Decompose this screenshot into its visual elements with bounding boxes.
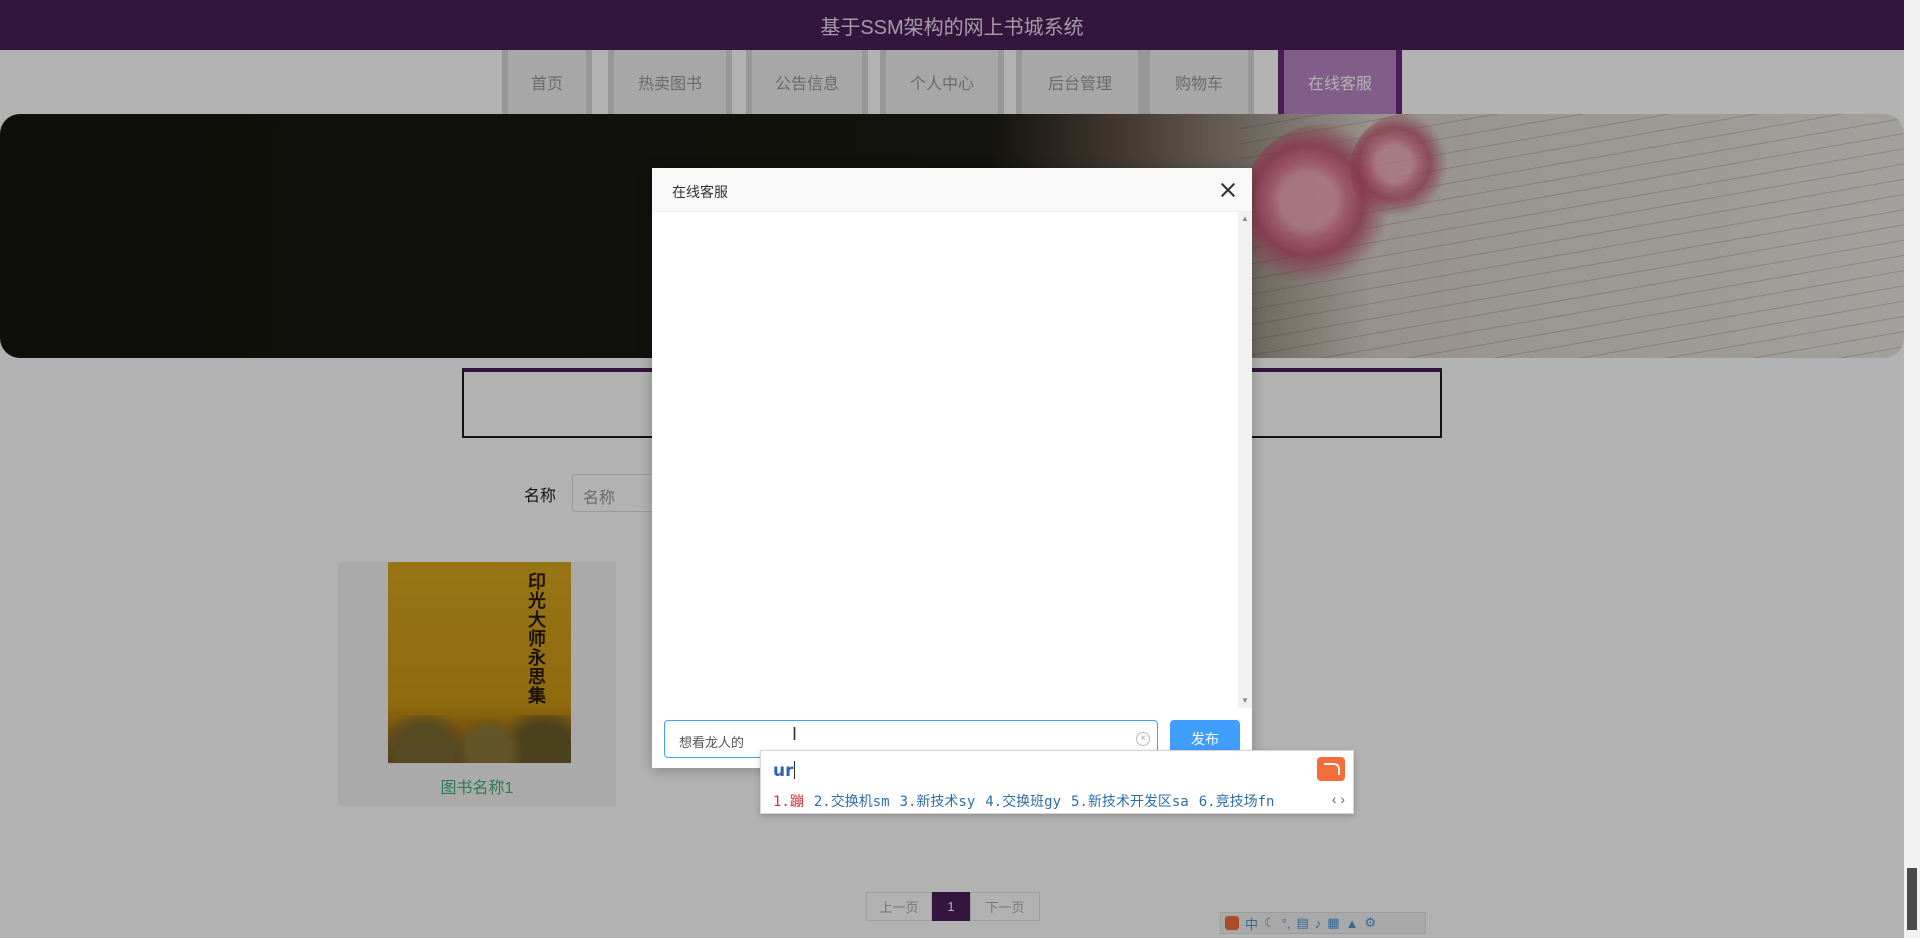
dialog-header: 在线客服 (652, 168, 1252, 212)
close-icon[interactable] (1218, 180, 1238, 200)
clear-icon[interactable]: × (1136, 732, 1150, 746)
customer-service-dialog: 在线客服 ▲ ▼ 想看龙人的 × I 发布 (652, 168, 1252, 768)
ime-candidate[interactable]: 4.交换班gy (985, 791, 1061, 811)
ime-candidate[interactable]: 1.蹦 (773, 791, 804, 811)
scroll-down-icon[interactable]: ▼ (1240, 696, 1250, 706)
chevron-right-icon[interactable]: › (1340, 791, 1345, 807)
text-cursor-icon: I (792, 724, 798, 744)
ime-candidate[interactable]: 3.新技术sy (900, 791, 976, 811)
ime-logo-icon[interactable] (1317, 757, 1345, 781)
scroll-up-icon[interactable]: ▲ (1240, 214, 1250, 224)
ime-candidate[interactable]: 5.新技术开发区sa (1071, 791, 1189, 811)
ime-composition-text: ur (773, 761, 794, 781)
ime-page-arrows[interactable]: ‹ › (1332, 791, 1345, 807)
chevron-left-icon[interactable]: ‹ (1332, 791, 1337, 807)
chat-message-area[interactable] (652, 212, 1252, 708)
ime-candidate[interactable]: 2.交换机sm (814, 791, 890, 811)
dialog-title: 在线客服 (672, 184, 728, 200)
caret (793, 761, 795, 779)
ime-composition: ur (773, 761, 795, 781)
ime-candidate[interactable]: 6.竞技场fn (1199, 791, 1275, 811)
ime-candidates: 1.蹦 2.交换机sm 3.新技术sy 4.交换班gy 5.新技术开发区sa 6… (773, 791, 1274, 811)
scrollbar-thumb[interactable] (1907, 868, 1917, 930)
ime-candidate-popup: ur 1.蹦 2.交换机sm 3.新技术sy 4.交换班gy 5.新技术开发区s… (760, 750, 1354, 814)
page-scrollbar[interactable] (1904, 0, 1920, 938)
chat-scrollbar[interactable]: ▲ ▼ (1238, 212, 1252, 708)
